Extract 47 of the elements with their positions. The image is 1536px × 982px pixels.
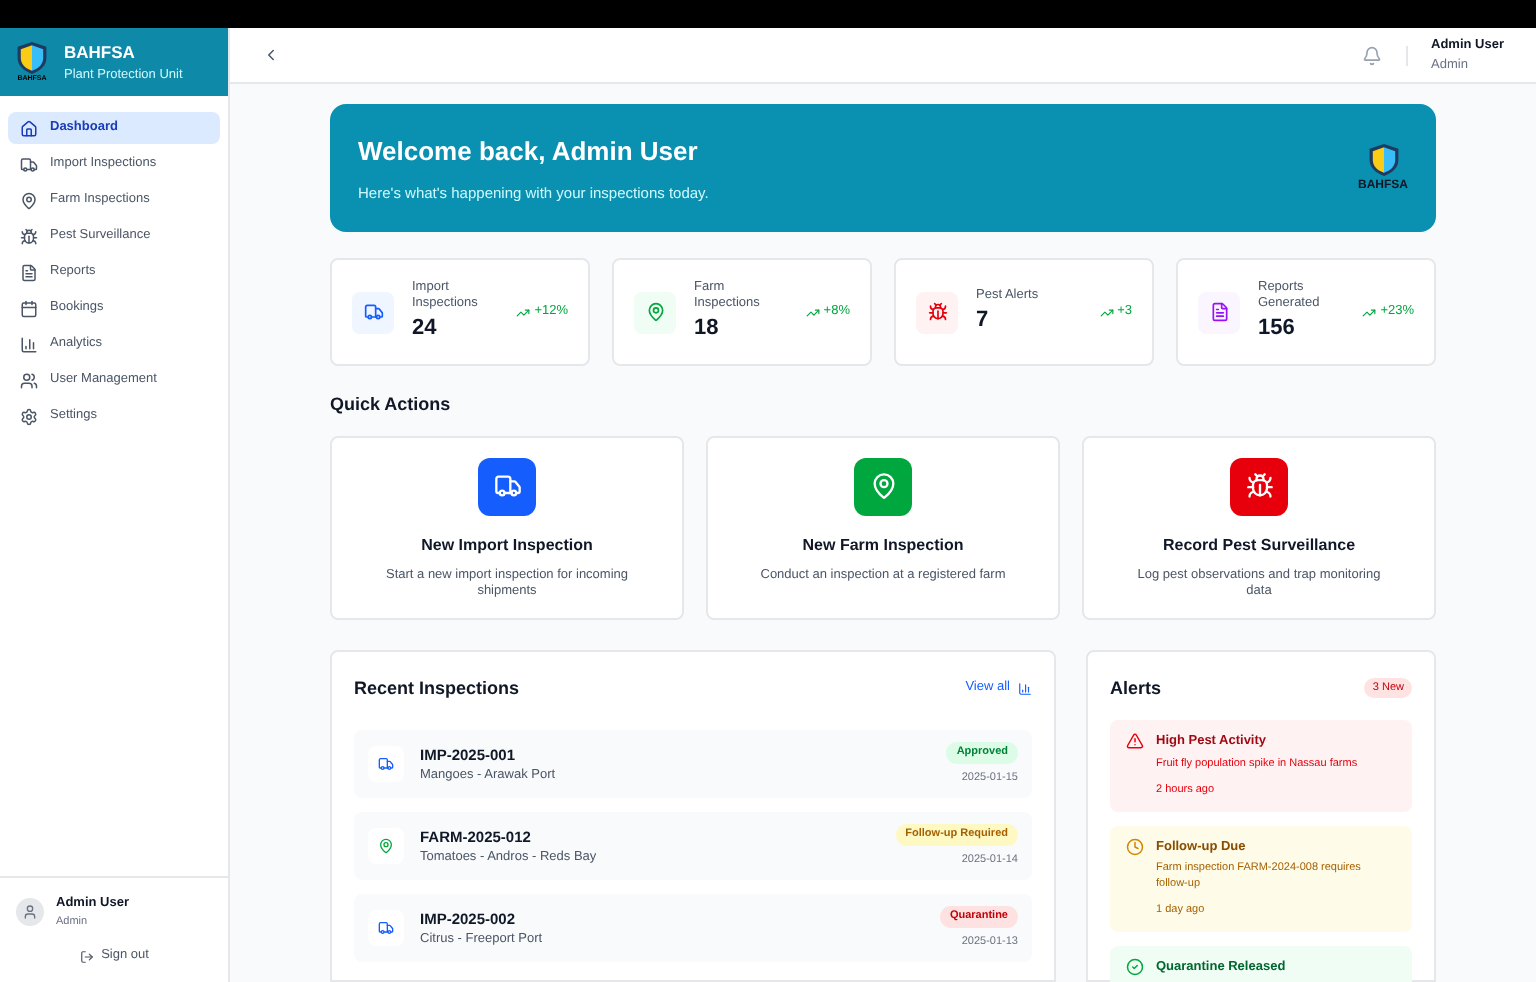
notifications-button[interactable] [1361,45,1382,65]
truck-icon [493,472,521,500]
map-pin-icon [378,838,394,854]
bug-icon [927,302,947,322]
stat-value: 24 [412,313,439,344]
panel-title: Alerts [1110,675,1162,701]
check-circle-icon [1126,957,1144,976]
brand-name: BAHFSA [64,39,137,65]
collapse-button[interactable] [262,46,280,64]
trend-up-icon [1099,305,1114,319]
stat-value: 156 [1258,313,1297,344]
truck-icon [378,920,394,936]
document-icon [20,263,38,281]
trend-up-icon [805,305,820,319]
clock-icon [1126,837,1144,856]
map-pin-icon [645,302,665,322]
truck-icon [378,756,394,772]
truck-icon [363,302,383,322]
document-icon [1209,302,1229,322]
action-title: Record Pest Surveillance [1162,533,1356,557]
section-title: Quick Actions [330,392,453,418]
trend-up-icon [1362,305,1377,319]
welcome-title: Welcome back, Admin User [358,133,700,170]
calendar-icon [20,299,38,317]
panel-title: Recent Inspections [354,675,520,702]
truck-icon [20,155,38,173]
bar-chart-icon [20,335,38,353]
settings-icon [20,407,38,425]
chevron-left-icon [262,46,280,64]
shield-logo-icon [1367,141,1399,177]
user-icon [22,904,38,921]
stat-value: 18 [694,313,721,344]
bug-icon [1245,472,1273,500]
home-icon [20,119,38,137]
bar-chart-icon [1018,681,1032,696]
users-icon [20,371,38,389]
map-pin-icon [869,472,897,500]
stat-value: 7 [976,305,991,336]
bell-icon [1361,45,1382,65]
map-pin-icon [20,191,38,209]
action-title: New Farm Inspection [802,533,964,557]
sign-out-icon [79,949,94,964]
action-title: New Import Inspection [421,533,593,557]
trend-up-icon [516,305,531,319]
bug-icon [20,227,38,245]
shield-logo-icon [16,40,48,77]
warning-icon [1126,732,1144,750]
